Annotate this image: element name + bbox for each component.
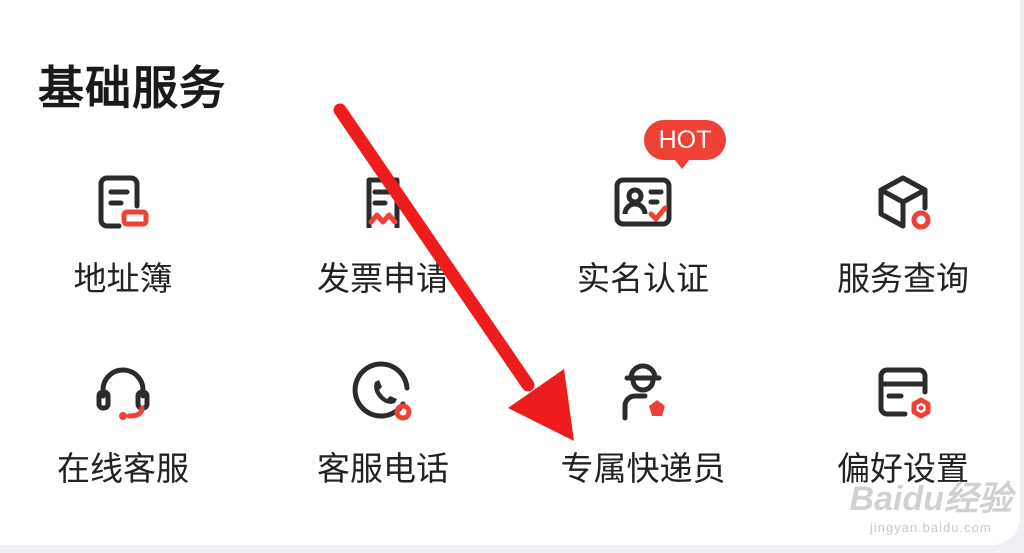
watermark: Baidu经验 jingyan.baidu.com <box>850 471 1012 535</box>
watermark-url: jingyan.baidu.com <box>869 520 992 535</box>
watermark-brand: Baidu经验 <box>849 480 1012 518</box>
